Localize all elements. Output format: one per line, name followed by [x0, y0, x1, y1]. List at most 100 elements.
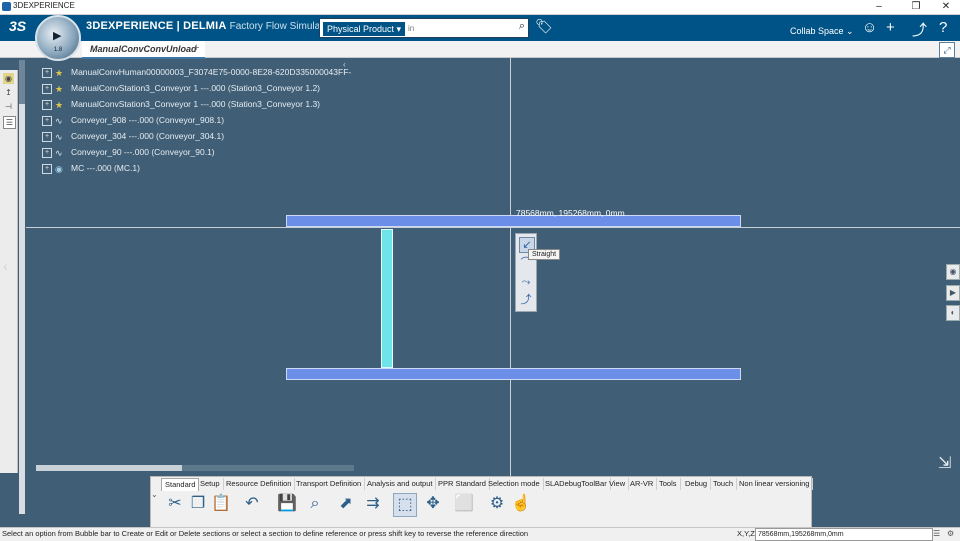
action-bar-collapse-icon[interactable]: ⌄: [151, 490, 159, 524]
render-icon[interactable]: ◐: [946, 305, 960, 321]
search-icon[interactable]: ⌕: [519, 20, 525, 33]
cursor-coordinates: 78568mm, 195268mm, 0mm: [516, 208, 625, 218]
axis-icon[interactable]: ⊣: [3, 101, 14, 112]
hand-icon[interactable]: ☝: [510, 493, 532, 515]
robot-icon[interactable]: ⚙: [486, 493, 508, 515]
expand-icon[interactable]: +: [42, 115, 52, 126]
section-tab-view[interactable]: View: [606, 478, 630, 490]
mc-icon: ◉: [55, 163, 63, 174]
chevron-left-icon[interactable]: ‹: [3, 258, 8, 274]
tree-item[interactable]: + ∿ Conveyor_908 ---.000 (Conveyor_908.1): [42, 113, 224, 127]
scrollbar-thumb[interactable]: [36, 465, 182, 471]
section-tab-tools[interactable]: Tools: [656, 478, 681, 490]
tooltip: Straight: [528, 249, 561, 260]
add-icon[interactable]: +: [886, 19, 895, 36]
tree-item-label: ManualConvStation3_Conveyor 1 ---.000 (S…: [71, 83, 320, 93]
section-tab-resource-definition[interactable]: Resource Definition: [223, 478, 296, 490]
cut-icon[interactable]: ✂: [164, 493, 186, 515]
maximize-view-icon[interactable]: ⤢: [939, 42, 955, 58]
undo-icon[interactable]: ↶: [241, 493, 263, 515]
conveyor-icon: ∿: [55, 131, 63, 142]
xyz-label: X,Y,Z: [737, 529, 755, 538]
play-simulation-icon[interactable]: ▶: [946, 285, 960, 301]
copy-icon[interactable]: ❐: [187, 493, 209, 515]
paste-icon[interactable]: 📋: [210, 493, 232, 515]
share-icon[interactable]: ⤴: [912, 19, 927, 40]
section-tab-selection-mode[interactable]: Selection mode: [485, 478, 544, 490]
horizontal-guide-line: [26, 227, 960, 228]
section-tab-sladebugtoolbar[interactable]: SLADebugToolBar: [542, 478, 611, 490]
window-title: 3DEXPERIENCE: [13, 1, 75, 10]
restore-button[interactable]: ❒: [905, 0, 927, 14]
filter-icon[interactable]: ◉: [3, 73, 14, 84]
sketch-icon[interactable]: ⬚: [393, 493, 417, 517]
tree-item[interactable]: + ∿ Conveyor_304 ---.000 (Conveyor_304.1): [42, 129, 224, 143]
expand-icon[interactable]: +: [42, 99, 52, 110]
horizontal-scrollbar[interactable]: [36, 465, 354, 471]
section-tab-ar-vr[interactable]: AR-VR: [627, 478, 658, 490]
conveyor-tool-icon[interactable]: ⬈: [335, 493, 357, 515]
tree-item-label: MC ---.000 (MC.1): [71, 163, 140, 173]
curve-left-icon[interactable]: ⤴: [519, 293, 533, 307]
expand-icon[interactable]: +: [42, 67, 52, 78]
tree-toggle-icon[interactable]: ☰: [3, 116, 16, 129]
section-tab-touch[interactable]: Touch: [710, 478, 738, 490]
manipulator-icon[interactable]: ✥: [422, 493, 444, 515]
search-scope-dropdown[interactable]: Physical Product ▾: [322, 21, 407, 37]
section-tab-setup[interactable]: Setup: [197, 478, 224, 490]
vertical-guide-line: [510, 58, 511, 476]
conveyor-vertical-section[interactable]: [381, 229, 393, 368]
tree-item-label: ManualConvHuman00000003_F3074E75-0000-8E…: [71, 67, 352, 77]
help-icon[interactable]: ?: [939, 19, 947, 36]
axis-compass-icon[interactable]: ⇲: [938, 453, 951, 473]
user-icon[interactable]: ☺: [862, 19, 877, 36]
tree-item[interactable]: + ★ ManualConvStation3_Conveyor 1 ---.000 …: [42, 97, 320, 111]
close-button[interactable]: ✕: [935, 0, 957, 14]
os-title-bar: 3DEXPERIENCE – ❒ ✕: [0, 0, 960, 15]
conveyor-flow-icon[interactable]: ⇉: [362, 493, 384, 515]
search-input[interactable]: [408, 21, 508, 35]
tree-item-label: Conveyor_304 ---.000 (Conveyor_304.1): [71, 131, 225, 141]
curve-right-icon[interactable]: ⤳: [519, 275, 533, 289]
menu-icon[interactable]: ☰: [933, 529, 940, 538]
tree-item[interactable]: + ★ ManualConvHuman00000003_F3074E75-0000-…: [42, 65, 351, 79]
camera-icon[interactable]: ◉: [946, 264, 960, 280]
app-brand: 3DEXPERIENCE | DELMIA Factory Flow Simul…: [86, 20, 336, 32]
compass-icon[interactable]: ▶ 1.8: [35, 15, 81, 61]
search-tool-icon[interactable]: ⌕: [304, 493, 326, 515]
section-tab-analysis-output[interactable]: Analysis and output: [364, 478, 437, 490]
tree-scrollbar[interactable]: [19, 60, 25, 514]
tree-item-label: Conveyor_908 ---.000 (Conveyor_908.1): [71, 115, 225, 125]
scrollbar-thumb[interactable]: [19, 104, 25, 514]
app-icon: [2, 2, 11, 11]
tag-icon[interactable]: 🏷: [535, 18, 553, 35]
play-icon[interactable]: ▶: [53, 29, 61, 42]
expand-icon[interactable]: +: [42, 131, 52, 142]
ds-logo-icon[interactable]: 3S: [9, 18, 26, 34]
minimize-button[interactable]: –: [868, 0, 890, 14]
section-tab-ppr-standard[interactable]: PPR Standard: [435, 478, 490, 490]
bounding-box-icon[interactable]: ⬜: [453, 493, 475, 515]
section-tab-transport-definition[interactable]: Transport Definition: [293, 478, 366, 490]
section-tab-standard[interactable]: Standard: [161, 478, 200, 491]
tree-item[interactable]: + ★ ManualConvStation3_Conveyor 1 ---.000 …: [42, 81, 320, 95]
conveyor-bottom-section[interactable]: [286, 368, 741, 380]
add-tab-button[interactable]: +: [193, 42, 199, 54]
search-box: Physical Product ▾ ⌕: [319, 18, 529, 38]
xyz-input[interactable]: [755, 528, 933, 541]
tree-collapse-icon[interactable]: ‹: [343, 60, 353, 69]
expand-icon[interactable]: +: [42, 83, 52, 94]
conveyor-top-section[interactable]: [286, 215, 741, 227]
bubble-bar: ↙ ⌒ ⤳ ⤴: [515, 233, 537, 312]
measure-icon[interactable]: ↥: [3, 87, 14, 98]
save-icon[interactable]: 💾: [276, 493, 298, 515]
tree-item[interactable]: + ◉ MC ---.000 (MC.1): [42, 161, 140, 175]
options-icon[interactable]: ⚙: [947, 529, 954, 538]
tab-manualconvconvunload[interactable]: ManualConvConvUnload: [82, 41, 205, 59]
expand-icon[interactable]: +: [42, 147, 52, 158]
expand-icon[interactable]: +: [42, 163, 52, 174]
tree-item[interactable]: + ∿ Conveyor_90 ---.000 (Conveyor_90.1): [42, 145, 215, 159]
section-tab-non-linear-versioning[interactable]: Non linear versioning: [736, 478, 814, 490]
section-tab-debug[interactable]: Debug: [682, 478, 712, 490]
collab-space-dropdown[interactable]: Collab Space ⌄: [790, 26, 854, 37]
